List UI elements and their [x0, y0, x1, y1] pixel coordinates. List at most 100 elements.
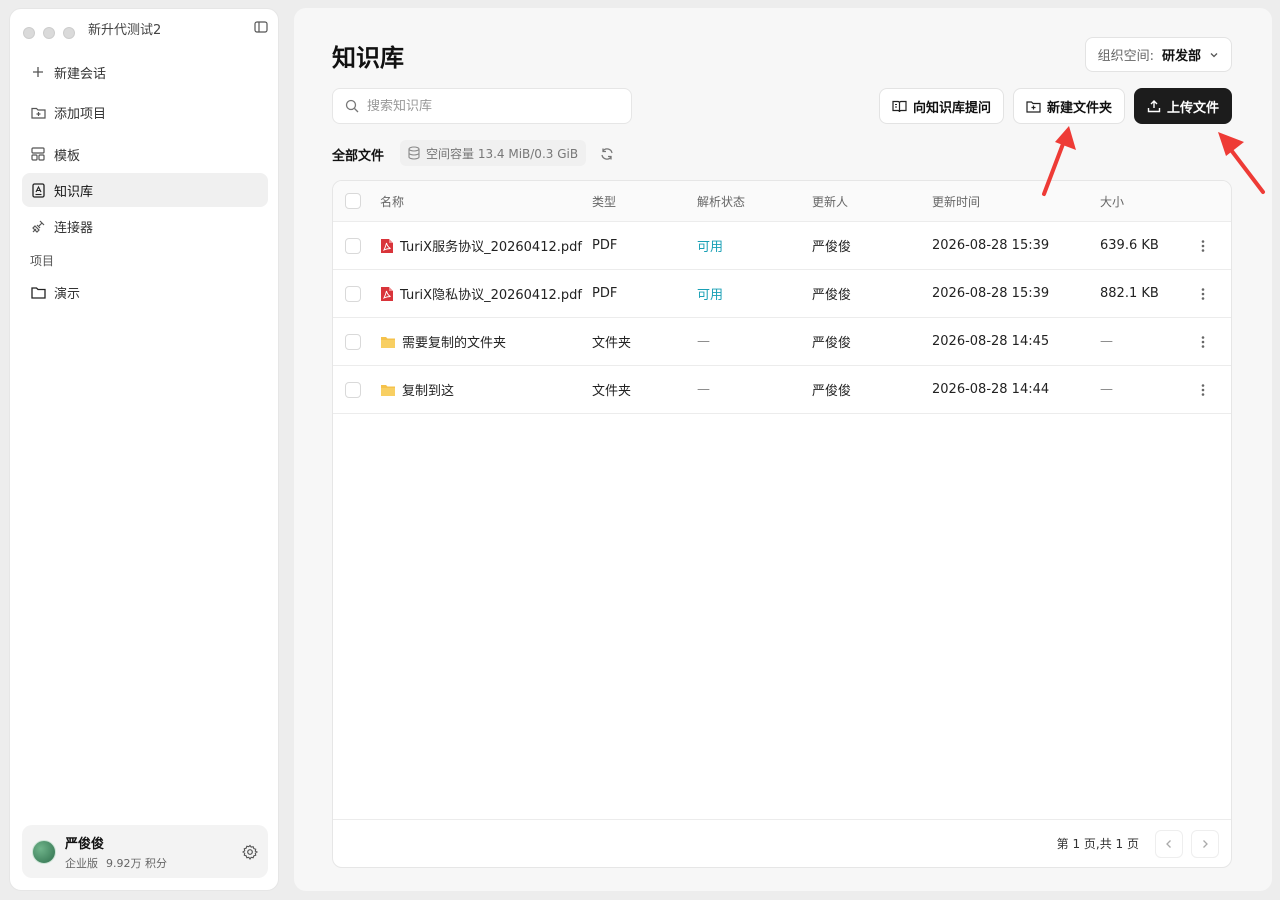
- new-chat-button[interactable]: 新建会话: [22, 55, 268, 89]
- sidebar-top: 新建会话 添加项目: [22, 55, 268, 131]
- pagination-text: 第 1 页,共 1 页: [1056, 837, 1139, 851]
- sidebar-item-knowledge-base[interactable]: 知识库: [22, 173, 268, 207]
- sidebar-item-label: 演示: [54, 286, 81, 302]
- table-row[interactable]: TuriX服务协议_20260412.pdf PDF 可用 严俊俊 2026-08-28…: [333, 222, 1231, 270]
- file-size: —: [1100, 382, 1113, 397]
- profile-points: 9.92万 积分: [106, 856, 167, 870]
- sidebar-nav: 模板 知识库 连接器 项目 演示: [22, 137, 268, 311]
- pdf-icon: [380, 238, 394, 254]
- prev-page-button[interactable]: [1155, 829, 1183, 858]
- file-name-cell[interactable]: TuriX隐私协议_20260412.pdf: [380, 284, 582, 303]
- column-header-time: 更新时间: [932, 194, 981, 209]
- zoom-window-button[interactable]: [63, 27, 75, 39]
- sidebar-item-label: 连接器: [54, 220, 94, 236]
- more-icon[interactable]: [1201, 287, 1205, 301]
- column-header-name: 名称: [380, 194, 405, 209]
- storage-capacity: 空间容量 13.4 MiB/0.3 GiB: [400, 140, 587, 166]
- page-title: 知识库: [332, 44, 404, 72]
- more-icon[interactable]: [1201, 239, 1205, 253]
- file-name: 需要复制的文件夹: [402, 336, 507, 351]
- sidebar-item-label: 知识库: [54, 184, 94, 200]
- sidebar-item-templates[interactable]: 模板: [22, 137, 268, 171]
- column-header-user: 更新人: [812, 194, 849, 209]
- folder-icon: [380, 335, 396, 349]
- projects-section-label: 项目: [30, 253, 55, 268]
- app-title: 新升代测试2: [88, 23, 162, 38]
- capacity-text: 空间容量 13.4 MiB/0.3 GiB: [426, 146, 579, 161]
- sidebar-toggle-icon[interactable]: [254, 20, 268, 34]
- add-project-label: 添加项目: [54, 106, 107, 122]
- org-space-select[interactable]: 组织空间: 研发部: [1084, 37, 1232, 72]
- new-folder-button[interactable]: 新建文件夹: [1013, 88, 1126, 124]
- pdf-icon: [380, 286, 394, 302]
- pagination: 第 1 页,共 1 页: [333, 819, 1231, 867]
- avatar: [32, 839, 56, 864]
- files-table: 名称 类型 解析状态 更新人 更新时间 大小 TuriX服务协议_2026041…: [332, 180, 1232, 868]
- profile-name: 严俊俊: [65, 836, 105, 852]
- file-type: 文件夹: [592, 336, 632, 351]
- refresh-icon[interactable]: [600, 147, 614, 161]
- sidebar-item-project-demo[interactable]: 演示: [22, 275, 268, 309]
- user-profile[interactable]: 严俊俊 企业版 9.92万 积分: [22, 825, 268, 878]
- more-icon[interactable]: [1201, 335, 1205, 349]
- parse-status: —: [697, 382, 710, 397]
- folder-icon: [380, 383, 396, 397]
- table-row[interactable]: TuriX隐私协议_20260412.pdf PDF 可用 严俊俊 2026-08-28…: [333, 270, 1231, 318]
- search-input[interactable]: [367, 98, 619, 114]
- minimize-window-button[interactable]: [43, 27, 55, 39]
- file-name: TuriX隐私协议_20260412.pdf: [400, 288, 582, 303]
- file-size: 882.1 KB: [1100, 286, 1159, 301]
- search-box[interactable]: [332, 88, 632, 124]
- close-window-button[interactable]: [23, 27, 35, 39]
- search-icon: [345, 99, 359, 113]
- upload-file-button[interactable]: 上传文件: [1134, 88, 1233, 124]
- row-checkbox[interactable]: [345, 285, 361, 302]
- sidebar-item-label: 模板: [54, 148, 81, 164]
- select-all-checkbox[interactable]: [345, 193, 361, 209]
- plug-icon: [30, 218, 46, 234]
- file-type: PDF: [592, 286, 618, 301]
- org-space-label: 组织空间:: [1097, 49, 1154, 64]
- table-header: 名称 类型 解析状态 更新人 更新时间 大小: [333, 181, 1231, 222]
- file-type: PDF: [592, 238, 618, 253]
- folder-add-icon: [1026, 100, 1041, 113]
- row-checkbox[interactable]: [345, 333, 361, 350]
- file-name: 复制到这: [402, 384, 455, 399]
- updated-time: 2026-08-28 15:39: [932, 238, 1050, 253]
- knowledge-icon: [30, 182, 46, 198]
- file-name-cell[interactable]: TuriX服务协议_20260412.pdf: [380, 236, 582, 255]
- window-controls: [23, 27, 75, 39]
- file-size: 639.6 KB: [1100, 238, 1159, 253]
- book-icon: [892, 100, 907, 113]
- updated-time: 2026-08-28 14:45: [932, 334, 1050, 349]
- table-row[interactable]: 复制到这 文件夹 — 严俊俊 2026-08-28 14:44 —: [333, 366, 1231, 414]
- table-row[interactable]: 需要复制的文件夹 文件夹 — 严俊俊 2026-08-28 14:45 —: [333, 318, 1231, 366]
- new-chat-label: 新建会话: [54, 66, 107, 82]
- all-files-title: 全部文件: [332, 149, 385, 164]
- row-checkbox[interactable]: [345, 381, 361, 398]
- org-space-value: 研发部: [1161, 49, 1201, 64]
- chevron-down-icon: [1209, 50, 1219, 60]
- file-name-cell[interactable]: 复制到这: [380, 380, 454, 399]
- row-checkbox[interactable]: [345, 237, 361, 254]
- database-icon: [408, 146, 420, 160]
- more-icon[interactable]: [1201, 383, 1205, 397]
- parse-status: —: [697, 334, 710, 349]
- ask-knowledge-base-button[interactable]: 向知识库提问: [879, 88, 1005, 124]
- updated-by: 严俊俊: [812, 336, 852, 351]
- annotation-arrow-icon: [1218, 132, 1265, 194]
- gear-icon[interactable]: [242, 844, 258, 860]
- updated-by: 严俊俊: [812, 384, 852, 399]
- column-header-status: 解析状态: [697, 194, 746, 209]
- template-icon: [30, 146, 46, 162]
- column-header-size: 大小: [1100, 194, 1125, 209]
- file-name-cell[interactable]: 需要复制的文件夹: [380, 332, 506, 351]
- add-project-button[interactable]: 添加项目: [22, 95, 268, 129]
- ask-button-label: 向知识库提问: [913, 100, 992, 116]
- profile-plan: 企业版: [65, 856, 98, 870]
- file-name: TuriX服务协议_20260412.pdf: [400, 240, 582, 255]
- next-page-button[interactable]: [1191, 829, 1219, 858]
- parse-status: 可用: [697, 288, 724, 303]
- sidebar-item-connectors[interactable]: 连接器: [22, 209, 268, 243]
- new-folder-label: 新建文件夹: [1047, 100, 1113, 116]
